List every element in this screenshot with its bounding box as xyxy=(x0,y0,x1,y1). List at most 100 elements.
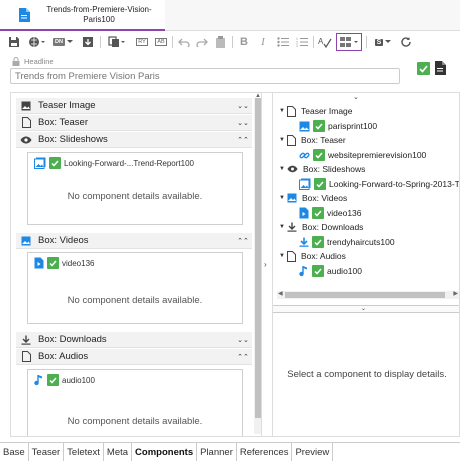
section-label: Box: Downloads xyxy=(38,334,107,345)
tree-leaf-label: trendyhaircuts100 xyxy=(327,237,395,247)
tree-node[interactable]: ▼ Box: Slideshows xyxy=(279,162,365,176)
collapse-arrow-icon[interactable]: ▼ xyxy=(279,195,287,201)
section-box-slideshows[interactable]: Box: Slideshows ⌃⌃ xyxy=(16,132,252,148)
save-icon[interactable] xyxy=(6,34,22,50)
tab-preview[interactable]: Preview xyxy=(292,443,334,461)
vertical-scrollbar[interactable]: ▲ xyxy=(254,93,261,434)
video-file-icon xyxy=(299,207,309,219)
tab-meta[interactable]: Meta xyxy=(103,443,133,461)
tab-planner[interactable]: Planner xyxy=(197,443,237,461)
tree-leaf[interactable]: parisprint100 xyxy=(299,119,377,133)
scroll-left-arrow[interactable]: ◀ xyxy=(278,290,283,297)
component-item[interactable]: audio100 xyxy=(34,374,95,386)
svg-text:3: 3 xyxy=(296,44,298,47)
component-item[interactable]: video136 xyxy=(34,257,94,269)
document-tab[interactable]: Trends-from-Premiere-Vision-Paris100 xyxy=(0,0,165,31)
globe-icon[interactable] xyxy=(26,34,48,50)
chevron-double-up-icon[interactable]: ⌃⌃ xyxy=(237,237,249,245)
tree-leaf[interactable]: trendyhaircuts100 xyxy=(299,235,395,249)
tab-teaser[interactable]: Teaser xyxy=(28,443,65,461)
document-info-icon[interactable] xyxy=(434,61,446,75)
collapse-arrow-icon[interactable]: ▼ xyxy=(279,108,287,114)
tree-leaf[interactable]: websitepremierevision100 xyxy=(299,148,426,162)
chevron-down-icon[interactable]: ⌄ xyxy=(361,305,366,312)
tab-base[interactable]: Base xyxy=(0,443,29,461)
scroll-right-arrow[interactable]: ▶ xyxy=(453,290,458,297)
publish-badge: S xyxy=(374,38,384,46)
section-box-videos[interactable]: Box: Videos ⌃⌃ xyxy=(16,233,252,249)
horizontal-scrollbar[interactable]: ◀ ▶ xyxy=(277,291,459,299)
ab-button[interactable]: AB xyxy=(153,34,169,50)
no-details-message: No component details available. xyxy=(67,295,203,306)
tree-node-label: Box: Audios xyxy=(301,251,346,261)
tree-node[interactable]: ▼ Box: Videos xyxy=(279,191,347,205)
document-tab-title: Trends-from-Premiere-Vision-Paris100 xyxy=(46,5,152,24)
chevron-double-down-icon[interactable]: ⌄⌄ xyxy=(237,102,249,110)
language-menu-button[interactable]: DN xyxy=(52,34,74,50)
copy-icon[interactable] xyxy=(106,34,128,50)
tab-components[interactable]: Components xyxy=(132,443,198,461)
tree-node[interactable]: ▼ Teaser Image xyxy=(279,104,353,118)
panel-divider[interactable]: › xyxy=(262,92,272,437)
tree-node-label: Box: Slideshows xyxy=(303,164,366,174)
collapse-arrow-icon[interactable]: ▼ xyxy=(279,166,287,172)
collapse-arrow-icon[interactable]: ▼ xyxy=(279,224,287,230)
download-box-icon[interactable] xyxy=(80,34,96,50)
tree-node[interactable]: ▼ Box: Teaser xyxy=(279,133,346,147)
chevron-double-up-icon[interactable]: ⌃⌃ xyxy=(237,353,249,361)
tree-node-label: Box: Downloads xyxy=(302,222,364,232)
component-item[interactable]: Looking-Forward-...Trend-Report100 xyxy=(34,157,194,169)
collapse-arrow-icon[interactable]: ▼ xyxy=(279,137,287,143)
scrollbar-thumb[interactable] xyxy=(285,292,445,298)
chevron-double-up-icon[interactable]: ⌃⌃ xyxy=(237,136,249,144)
tree-leaf[interactable]: video136 xyxy=(299,206,362,220)
component-name: Looking-Forward-...Trend-Report100 xyxy=(64,158,194,168)
tree-node[interactable]: ▼ Box: Audios xyxy=(279,249,346,263)
tree-node-label: Box: Teaser xyxy=(301,135,346,145)
publish-menu-button[interactable]: S xyxy=(372,34,394,50)
check-icon xyxy=(47,257,59,269)
section-box-audios[interactable]: Box: Audios ⌃⌃ xyxy=(16,349,252,365)
image-icon xyxy=(299,121,310,132)
tree-leaf[interactable]: Looking-Forward-to-Spring-2013-Trend-Rep… xyxy=(299,177,459,191)
approved-check-icon[interactable] xyxy=(417,62,430,75)
layout-grid-icon[interactable] xyxy=(336,33,362,51)
tree-node[interactable]: ▼ Box: Downloads xyxy=(279,220,363,234)
tab-teletext[interactable]: Teletext xyxy=(64,443,104,461)
chevron-down-icon[interactable]: ⌄ xyxy=(353,93,359,101)
tree-leaf-label: video136 xyxy=(327,208,362,218)
tree-node-label: Box: Videos xyxy=(302,193,348,203)
italic-icon[interactable]: I xyxy=(256,34,270,50)
detail-splitter[interactable]: ⌄ xyxy=(273,305,459,313)
bullet-list-icon[interactable] xyxy=(275,34,291,50)
tree-leaf-label: audio100 xyxy=(327,266,362,276)
no-details-message: No component details available. xyxy=(67,416,203,427)
section-box-downloads[interactable]: Box: Downloads ⌄⌄ xyxy=(16,332,252,348)
bold-icon[interactable]: B xyxy=(237,34,251,50)
scrollbar-thumb[interactable] xyxy=(255,98,261,418)
headline-input[interactable] xyxy=(10,68,400,84)
document-icon xyxy=(18,8,30,22)
check-icon xyxy=(313,149,325,161)
refresh-icon[interactable] xyxy=(398,34,414,50)
headline-label: Headline xyxy=(24,57,54,66)
ry-button[interactable]: RY xyxy=(134,34,150,50)
undo-icon[interactable] xyxy=(176,34,192,50)
redo-icon[interactable] xyxy=(194,34,210,50)
chevron-right-icon[interactable]: › xyxy=(264,260,267,269)
lock-icon xyxy=(12,57,20,66)
section-box-teaser[interactable]: Box: Teaser ⌄⌄ xyxy=(16,115,252,131)
section-teaser-image[interactable]: Teaser Image ⌄⌄ xyxy=(16,98,252,114)
numbered-list-icon[interactable]: 123 xyxy=(294,34,310,50)
toolbar-separator xyxy=(313,36,314,48)
tab-references[interactable]: References xyxy=(236,443,293,461)
collapse-arrow-icon[interactable]: ▼ xyxy=(279,253,287,259)
tree-leaf[interactable]: audio100 xyxy=(299,264,362,278)
paste-icon[interactable] xyxy=(212,34,228,50)
chevron-double-down-icon[interactable]: ⌄⌄ xyxy=(237,336,249,344)
section-label: Box: Audios xyxy=(38,351,89,362)
spellcheck-icon[interactable]: A xyxy=(317,34,333,50)
video-file-icon xyxy=(34,257,44,269)
chevron-double-down-icon[interactable]: ⌄⌄ xyxy=(237,119,249,127)
gallery-icon xyxy=(34,157,46,169)
